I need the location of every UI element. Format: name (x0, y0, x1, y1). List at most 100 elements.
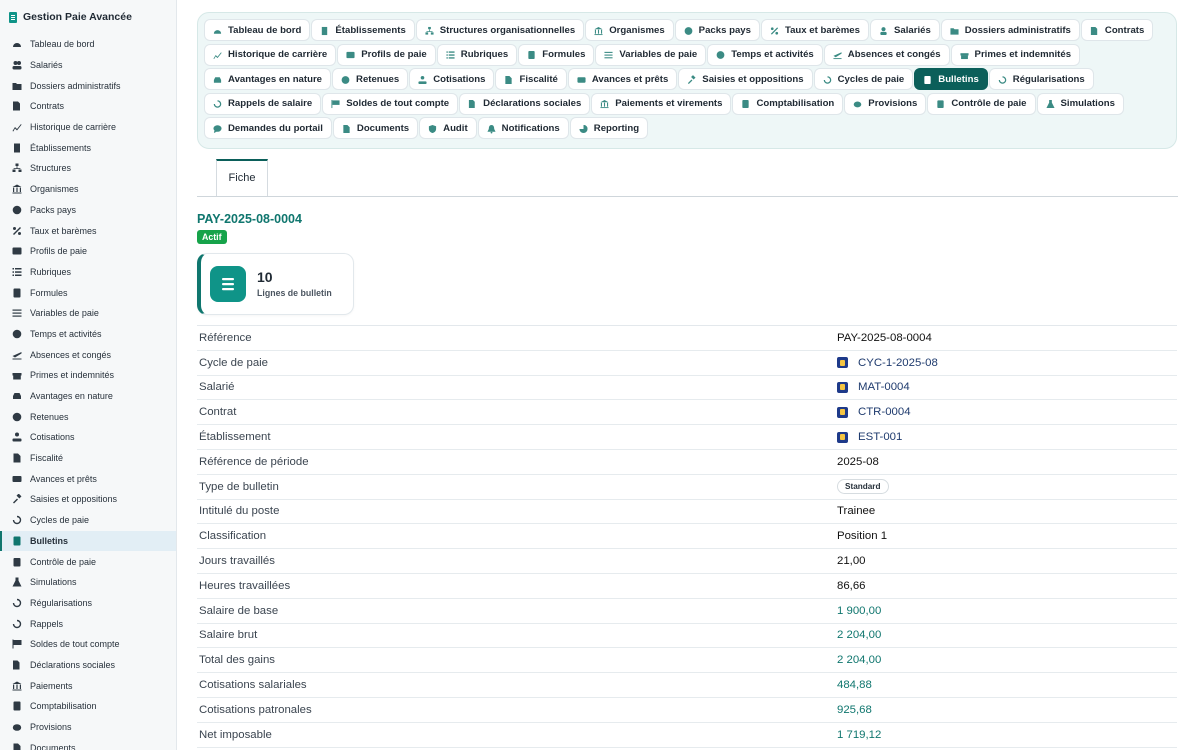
tab-retenues[interactable]: Retenues (332, 68, 409, 91)
tab-historique-de-carriere[interactable]: Historique de carrière (204, 43, 337, 66)
sidebar-item-avances-et-prets[interactable]: Avances et prêts (0, 468, 176, 489)
tab-rappels-de-salaire[interactable]: Rappels de salaire (204, 92, 322, 115)
tab-contrats[interactable]: Contrats (1080, 19, 1154, 41)
tab-comptabilisation[interactable]: Comptabilisation (732, 92, 844, 115)
field-value[interactable]: CYC-1-2025-08 (837, 357, 938, 369)
sidebar-item-packs-pays[interactable]: Packs pays (0, 200, 176, 221)
field-label: Contrat (199, 406, 237, 419)
tab-dossiers-administratifs[interactable]: Dossiers administratifs (940, 19, 1080, 41)
sidebar-item-contrats[interactable]: Contrats (0, 96, 176, 117)
tax-doc-icon (12, 453, 22, 463)
sidebar-item-fiscalite[interactable]: Fiscalité (0, 448, 176, 469)
tab-reporting[interactable]: Reporting (569, 117, 649, 140)
sidebar-item-comptabilisation[interactable]: Comptabilisation (0, 696, 176, 717)
sidebar-item-dossiers-administratifs[interactable]: Dossiers administratifs (0, 75, 176, 96)
sidebar-item-profils-de-paie[interactable]: Profils de paie (0, 241, 176, 262)
sidebar-item-etablissements[interactable]: Établissements (0, 137, 176, 158)
tab-controle-de-paie[interactable]: Contrôle de paie (927, 92, 1036, 115)
sidebar-item-taux-et-baremes[interactable]: Taux et barèmes (0, 220, 176, 241)
tab-packs-pays[interactable]: Packs pays (674, 19, 760, 41)
sliders-icon (604, 50, 613, 59)
tab-absences-et-conges[interactable]: Absences et congés (823, 43, 950, 66)
tab-avantages-en-nature[interactable]: Avantages en nature (204, 68, 332, 91)
bank-icon (600, 99, 609, 109)
tab-declarations-sociales[interactable]: Déclarations sociales (459, 92, 591, 115)
sidebar-item-retenues[interactable]: Retenues (0, 406, 176, 427)
tab-provisions[interactable]: Provisions (844, 92, 927, 115)
tab-salaries[interactable]: Salariés (869, 19, 940, 41)
tab-variables-de-paie[interactable]: Variables de paie (595, 43, 707, 66)
sidebar-item-variables-de-paie[interactable]: Variables de paie (0, 303, 176, 324)
sidebar-item-absences-et-conges[interactable]: Absences et congés (0, 344, 176, 365)
brand[interactable]: Gestion Paie Avancée (0, 0, 176, 34)
sidebar-item-controle-de-paie[interactable]: Contrôle de paie (0, 551, 176, 572)
tab-profils-de-paie[interactable]: Profils de paie (337, 43, 436, 66)
tab-audit[interactable]: Audit (419, 117, 477, 140)
tab-label: Régularisations (1012, 73, 1085, 85)
sidebar-item-simulations[interactable]: Simulations (0, 572, 176, 593)
sidebar-item-documents[interactable]: Documents (0, 737, 176, 750)
tab-fiche[interactable]: Fiche (216, 158, 268, 196)
tab-avances-et-prets[interactable]: Avances et prêts (567, 68, 678, 91)
sidebar-item-paiements[interactable]: Paiements (0, 675, 176, 696)
tab-regularisations[interactable]: Régularisations (988, 68, 1094, 91)
tab-formules[interactable]: Formules (518, 43, 595, 66)
sidebar-item-structures[interactable]: Structures (0, 158, 176, 179)
tab-cotisations[interactable]: Cotisations (409, 68, 495, 91)
tab-demandes-du-portail[interactable]: Demandes du portail (204, 117, 332, 140)
sidebar-item-rappels[interactable]: Rappels (0, 613, 176, 634)
field-value[interactable]: EST-001 (837, 431, 902, 443)
sidebar-item-provisions[interactable]: Provisions (0, 717, 176, 738)
tab-saisies-et-oppositions[interactable]: Saisies et oppositions (678, 68, 813, 91)
sidebar-item-label: Saisies et oppositions (30, 494, 118, 505)
sitemap-icon (425, 26, 434, 35)
tab-temps-et-activites[interactable]: Temps et activités (707, 43, 823, 66)
sidebar-item-label: Taux et barèmes (30, 225, 97, 236)
tab-label: Demandes du portail (228, 122, 323, 134)
tab-simulations[interactable]: Simulations (1036, 92, 1124, 115)
tab-tableau-de-bord[interactable]: Tableau de bord (204, 19, 311, 41)
contract-icon (12, 101, 22, 111)
sidebar-item-label: Temps et activités (30, 328, 102, 339)
tab-etablissements[interactable]: Établissements (311, 19, 415, 41)
tab-fiscalite[interactable]: Fiscalité (495, 68, 567, 91)
tab-documents[interactable]: Documents (332, 117, 419, 140)
record-link[interactable]: CYC-1-2025-08 (858, 357, 938, 369)
subtab-bar: Fiche (197, 158, 1178, 197)
tab-structures-organisationnelles[interactable]: Structures organisationnelles (415, 19, 585, 41)
sidebar-item-tableau-de-bord[interactable]: Tableau de bord (0, 34, 176, 55)
sidebar-item-avantages-en-nature[interactable]: Avantages en nature (0, 386, 176, 407)
tab-paiements-et-virements[interactable]: Paiements et virements (591, 92, 732, 115)
sidebar-item-formules[interactable]: Formules (0, 282, 176, 303)
sidebar-item-organismes[interactable]: Organismes (0, 179, 176, 200)
record-link[interactable]: MAT-0004 (858, 381, 910, 393)
field-value[interactable]: CTR-0004 (837, 406, 911, 418)
field-label: Heures travaillées (199, 579, 291, 592)
tab-label: Absences et congés (847, 49, 941, 61)
sidebar-item-label: Absences et congés (30, 349, 112, 360)
tab-bulletins[interactable]: Bulletins (914, 68, 988, 91)
sidebar-item-saisies-et-oppositions[interactable]: Saisies et oppositions (0, 489, 176, 510)
sidebar-item-rubriques[interactable]: Rubriques (0, 262, 176, 283)
sidebar-item-soldes-de-tout-compte[interactable]: Soldes de tout compte (0, 634, 176, 655)
tab-primes-et-indemnites[interactable]: Primes et indemnités (950, 43, 1081, 66)
sidebar-item-cycles-de-paie[interactable]: Cycles de paie (0, 510, 176, 531)
tab-notifications[interactable]: Notifications (477, 117, 569, 140)
sidebar-item-declarations-sociales[interactable]: Déclarations sociales (0, 655, 176, 676)
record-link[interactable]: CTR-0004 (858, 406, 911, 418)
tab-rubriques[interactable]: Rubriques (436, 43, 518, 66)
tab-soldes-de-tout-compte[interactable]: Soldes de tout compte (322, 92, 459, 115)
tab-cycles-de-paie[interactable]: Cycles de paie (813, 68, 914, 91)
record-link[interactable]: EST-001 (858, 431, 902, 443)
sidebar-item-bulletins[interactable]: Bulletins (0, 530, 176, 552)
tab-organismes[interactable]: Organismes (585, 19, 674, 41)
sidebar-item-cotisations[interactable]: Cotisations (0, 427, 176, 448)
field-value[interactable]: MAT-0004 (837, 381, 910, 393)
detail-row: Classification Position 1 (197, 524, 1177, 550)
sidebar-item-temps-et-activites[interactable]: Temps et activités (0, 324, 176, 345)
sidebar-item-primes-et-indemnites[interactable]: Primes et indemnités (0, 365, 176, 386)
tab-taux-et-baremes[interactable]: Taux et barèmes (760, 19, 869, 41)
sidebar-item-historique-de-carriere[interactable]: Historique de carrière (0, 117, 176, 138)
sidebar-item-salaries[interactable]: Salariés (0, 55, 176, 76)
sidebar-item-regularisations[interactable]: Régularisations (0, 593, 176, 614)
